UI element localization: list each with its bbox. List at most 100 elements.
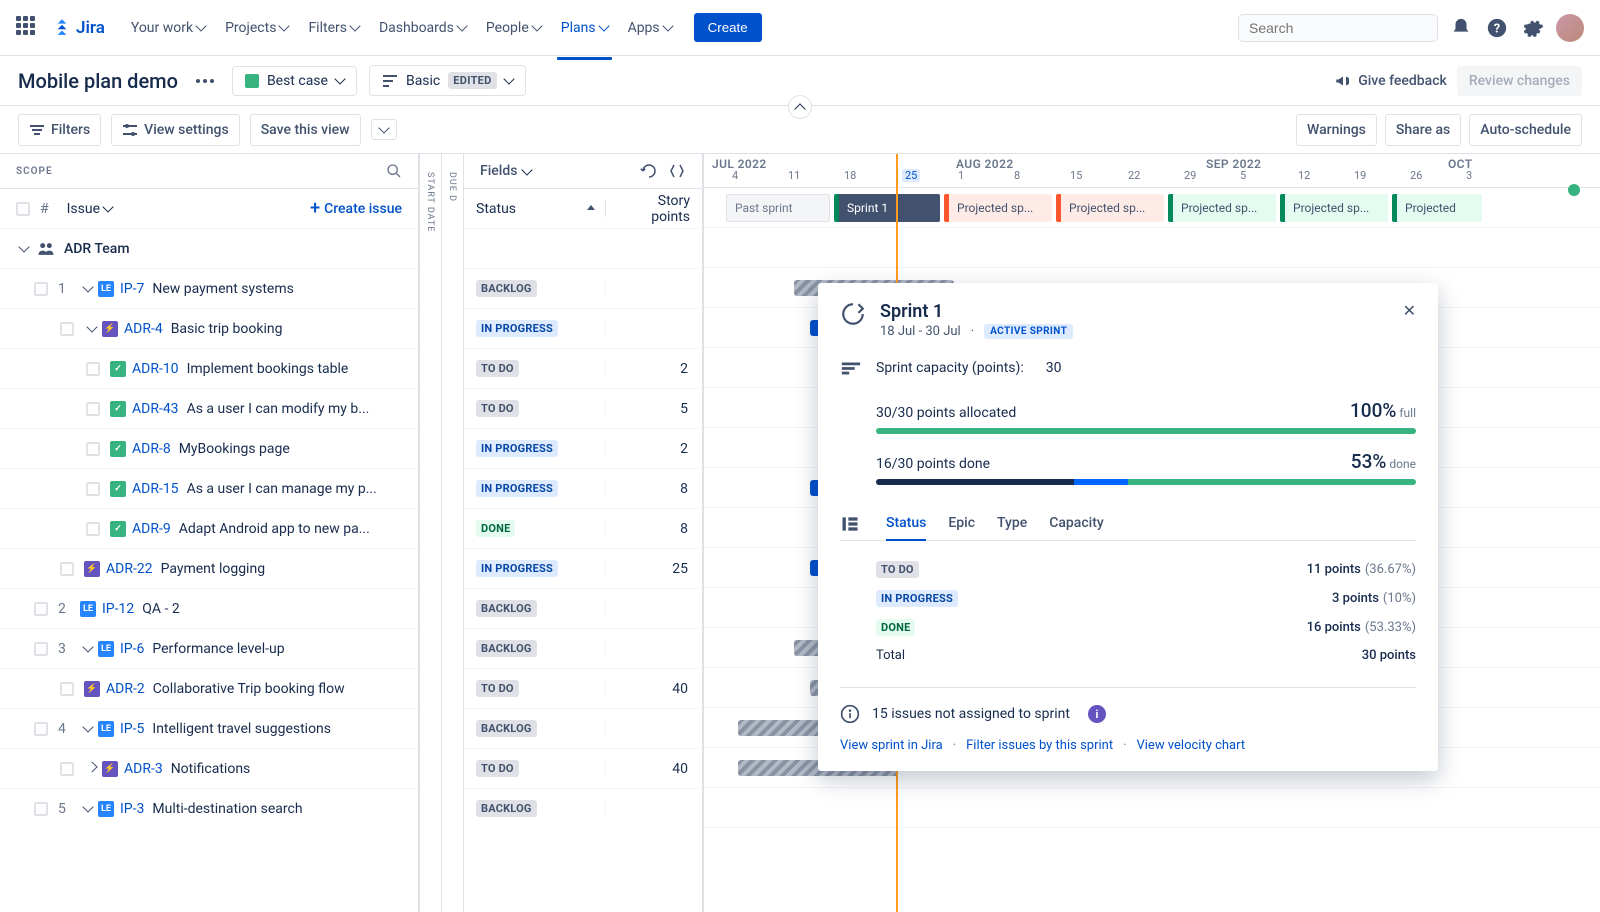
share-as-button[interactable]: Share as — [1385, 114, 1461, 146]
issue-key[interactable]: ADR-43 — [132, 401, 179, 417]
issue-row[interactable]: ⚡ADR-22Payment logging — [0, 548, 418, 588]
issue-row[interactable]: 4LEIP-5Intelligent travel suggestions — [0, 708, 418, 748]
expand-toggle[interactable] — [16, 241, 32, 257]
create-button[interactable]: Create — [694, 13, 762, 42]
row-checkbox[interactable] — [34, 802, 48, 816]
panel-link[interactable]: View velocity chart — [1136, 738, 1245, 753]
issue-key[interactable]: IP-3 — [120, 801, 144, 817]
expand-toggle[interactable] — [80, 281, 96, 297]
collapse-icon[interactable] — [668, 162, 686, 180]
expand-toggle[interactable] — [80, 721, 96, 737]
issue-row[interactable]: ⚡ADR-4Basic trip booking — [0, 308, 418, 348]
panel-link[interactable]: Filter issues by this sprint — [966, 738, 1113, 753]
issue-row[interactable]: ✓ADR-8MyBookings page — [0, 428, 418, 468]
issue-key[interactable]: ADR-2 — [106, 681, 145, 697]
view-settings-button[interactable]: View settings — [111, 114, 240, 146]
scenario-selector[interactable]: Best case — [232, 66, 357, 96]
nav-item-apps[interactable]: Apps — [618, 12, 682, 44]
row-checkbox[interactable] — [60, 682, 74, 696]
sprint-bar[interactable]: Projected sp... — [944, 194, 1052, 222]
status-lozenge[interactable]: BACKLOG — [476, 800, 537, 817]
row-checkbox[interactable] — [60, 762, 74, 776]
nav-item-projects[interactable]: Projects — [215, 12, 298, 44]
row-checkbox[interactable] — [34, 642, 48, 656]
create-issue-button[interactable]: +Create issue — [310, 200, 402, 218]
row-checkbox[interactable] — [86, 362, 100, 376]
sprint-bar[interactable]: Sprint 1 — [834, 194, 940, 222]
status-lozenge[interactable]: IN PROGRESS — [476, 320, 558, 337]
sprint-bar[interactable]: Projected sp... — [1168, 194, 1276, 222]
status-lozenge[interactable]: IN PROGRESS — [476, 440, 558, 457]
issue-key[interactable]: ADR-15 — [132, 481, 179, 497]
status-lozenge[interactable]: DONE — [476, 520, 515, 537]
issue-row[interactable]: 3LEIP-6Performance level-up — [0, 628, 418, 668]
row-checkbox[interactable] — [86, 402, 100, 416]
issue-key[interactable]: ADR-3 — [124, 761, 163, 777]
search-input[interactable] — [1249, 20, 1430, 36]
give-feedback-button[interactable]: Give feedback — [1334, 72, 1447, 90]
save-view-button[interactable]: Save this view — [250, 114, 361, 146]
issue-row[interactable]: ✓ADR-9Adapt Android app to new pa... — [0, 508, 418, 548]
issue-row[interactable]: 1LEIP-7New payment systems — [0, 268, 418, 308]
team-row[interactable]: ADR Team — [0, 228, 418, 268]
fields-label[interactable]: Fields — [480, 163, 517, 179]
issue-key[interactable]: IP-6 — [120, 641, 144, 657]
settings-icon[interactable] — [1520, 15, 1546, 41]
hierarchy-selector[interactable]: Basic EDITED — [369, 65, 526, 96]
status-lozenge[interactable]: BACKLOG — [476, 280, 537, 297]
status-lozenge[interactable]: TO DO — [476, 680, 519, 697]
select-all-checkbox[interactable] — [16, 202, 30, 216]
expand-toggle[interactable] — [80, 641, 96, 657]
issue-row[interactable]: ✓ADR-43As a user I can modify my b... — [0, 388, 418, 428]
search-box[interactable] — [1238, 14, 1438, 42]
issue-key[interactable]: ADR-4 — [124, 321, 163, 337]
help-icon[interactable]: ? — [1484, 15, 1510, 41]
row-checkbox[interactable] — [34, 282, 48, 296]
collapse-header-button[interactable] — [788, 95, 812, 119]
issue-row[interactable]: 2LEIP-12QA - 2 — [0, 588, 418, 628]
row-checkbox[interactable] — [60, 322, 74, 336]
status-lozenge[interactable]: TO DO — [476, 760, 519, 777]
row-checkbox[interactable] — [86, 442, 100, 456]
auto-schedule-button[interactable]: Auto-schedule — [1469, 114, 1582, 146]
save-view-more-button[interactable] — [371, 119, 397, 140]
expand-toggle[interactable] — [84, 321, 100, 337]
row-checkbox[interactable] — [86, 482, 100, 496]
sprint-bar[interactable]: Projected — [1392, 194, 1482, 222]
jira-logo[interactable]: Jira — [52, 18, 105, 38]
status-lozenge[interactable]: IN PROGRESS — [476, 560, 558, 577]
status-column-header[interactable]: Status — [464, 201, 606, 217]
nav-item-filters[interactable]: Filters — [298, 12, 369, 44]
status-lozenge[interactable]: BACKLOG — [476, 600, 537, 617]
user-avatar[interactable] — [1556, 14, 1584, 42]
issue-row[interactable]: ✓ADR-15As a user I can manage my p... — [0, 468, 418, 508]
close-icon[interactable]: ✕ — [1403, 301, 1416, 320]
tab-type[interactable]: Type — [997, 507, 1027, 540]
app-switcher-icon[interactable] — [16, 16, 40, 40]
row-checkbox[interactable] — [86, 522, 100, 536]
row-checkbox[interactable] — [34, 722, 48, 736]
tab-status[interactable]: Status — [886, 507, 926, 541]
filters-button[interactable]: Filters — [18, 114, 101, 146]
issue-key[interactable]: IP-5 — [120, 721, 144, 737]
tab-capacity[interactable]: Capacity — [1049, 507, 1104, 540]
row-checkbox[interactable] — [34, 602, 48, 616]
sprint-bar[interactable]: Projected sp... — [1280, 194, 1388, 222]
issue-row[interactable]: ⚡ADR-2Collaborative Trip booking flow — [0, 668, 418, 708]
row-checkbox[interactable] — [60, 562, 74, 576]
sprint-bar[interactable]: Projected sp... — [1056, 194, 1164, 222]
tab-epic[interactable]: Epic — [948, 507, 975, 540]
issue-row[interactable]: ⚡ADR-3Notifications — [0, 748, 418, 788]
status-lozenge[interactable]: BACKLOG — [476, 640, 537, 657]
issue-key[interactable]: IP-7 — [120, 281, 144, 297]
nav-item-dashboards[interactable]: Dashboards — [369, 12, 476, 44]
nav-item-people[interactable]: People — [476, 12, 551, 44]
undo-icon[interactable] — [640, 162, 658, 180]
notifications-icon[interactable] — [1448, 15, 1474, 41]
status-lozenge[interactable]: IN PROGRESS — [476, 480, 558, 497]
issue-key[interactable]: IP-12 — [102, 601, 134, 617]
warnings-button[interactable]: Warnings — [1296, 114, 1377, 146]
issue-column-header[interactable]: Issue — [67, 201, 112, 217]
info-badge-icon[interactable]: i — [1088, 705, 1106, 723]
scope-search-icon[interactable] — [386, 163, 402, 179]
